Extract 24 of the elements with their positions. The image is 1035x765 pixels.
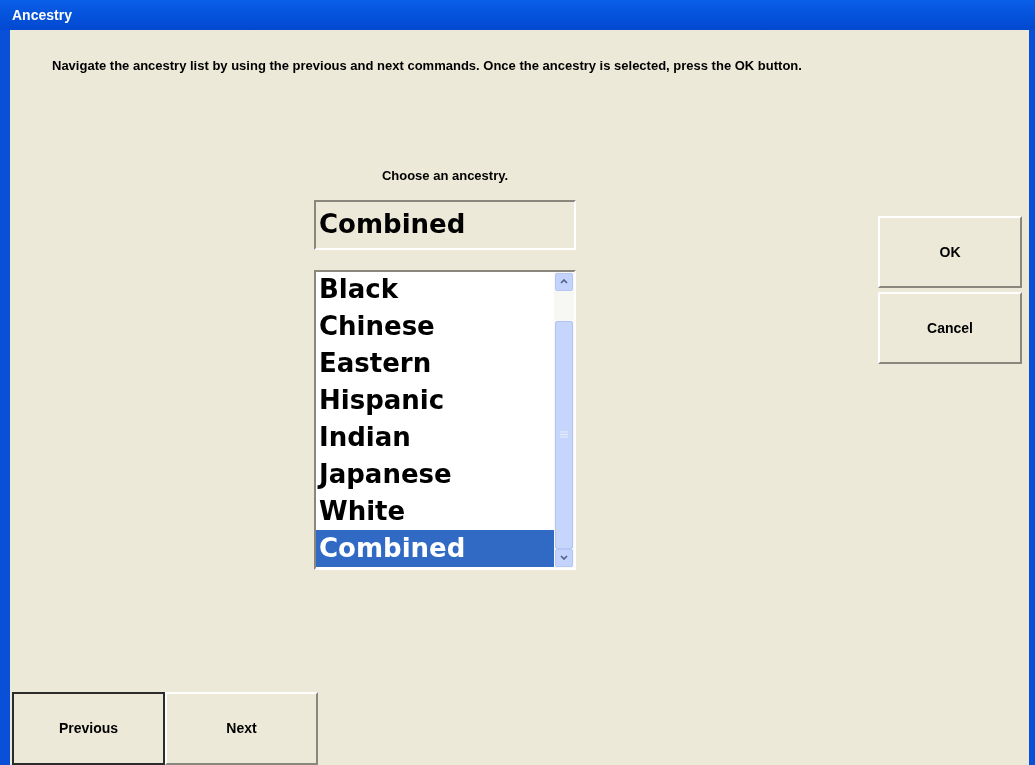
list-item[interactable]: White <box>316 492 554 530</box>
selected-value-field: Combined <box>314 199 576 250</box>
list-item[interactable]: Combined <box>316 529 554 567</box>
scrollbar[interactable] <box>554 271 574 568</box>
list-item[interactable]: Japanese <box>316 455 554 493</box>
list-item[interactable]: Hispanic <box>316 381 554 419</box>
list-item[interactable]: Indian <box>316 418 554 456</box>
chevron-down-icon <box>560 555 568 560</box>
list-item[interactable]: Eastern <box>316 344 554 382</box>
scroll-up-button[interactable] <box>555 272 573 291</box>
ancestry-listbox[interactable]: Black Chinese Eastern Hispanic Indian Japanese White Combined <box>314 269 576 570</box>
instruction-text: Navigate the ancestry list by using the previous and next commands. Once the ancestry is selected, press the OK button. <box>51 57 803 74</box>
scroll-thumb[interactable] <box>555 320 573 549</box>
nav-button[interactable]: Previous <box>12 692 165 765</box>
dialog-button[interactable]: Cancel <box>878 292 1022 364</box>
prompt-label: Choose an ancestry. <box>381 167 509 185</box>
chevron-up-icon <box>560 279 568 284</box>
grip-icon <box>560 431 568 438</box>
dialog-button[interactable]: OK <box>878 216 1022 288</box>
window-title: Ancestry <box>12 5 72 25</box>
nav-button[interactable]: Next <box>165 692 318 765</box>
list-item[interactable]: Chinese <box>316 307 554 345</box>
list-item[interactable]: Black <box>316 270 554 308</box>
scroll-down-button[interactable] <box>555 548 573 567</box>
